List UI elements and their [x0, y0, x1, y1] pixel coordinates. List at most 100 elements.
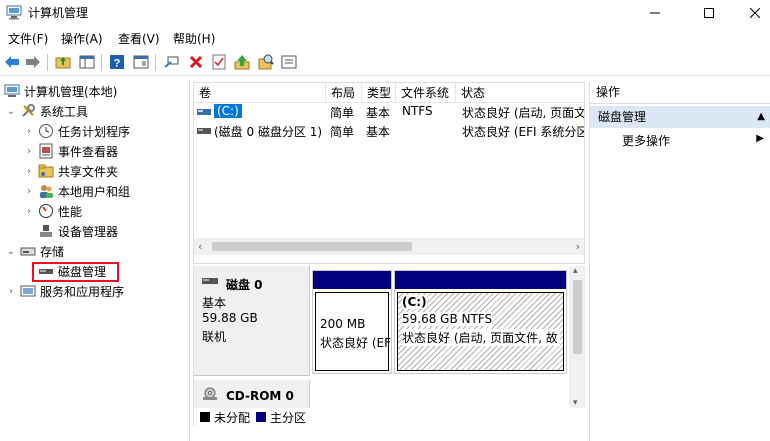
chevron-right-icon[interactable]: › — [24, 206, 34, 217]
computer-management-icon — [4, 83, 20, 99]
partition-c[interactable]: (C:) 59.68 GB NTFS 状态良好 (启动, 页面文件, 故 — [394, 270, 567, 374]
tree-item-label: 计算机管理(本地) — [24, 84, 118, 99]
chevron-right-icon[interactable]: › — [24, 186, 34, 197]
volume-type: 基本 — [366, 125, 391, 139]
horizontal-scrollbar[interactable]: ‹ › — [194, 238, 584, 255]
column-header-type[interactable]: 类型 — [362, 83, 396, 103]
users-icon — [38, 183, 54, 199]
chevron-down-icon[interactable]: ⌄ — [6, 246, 16, 257]
tree-item-label: 存储 — [40, 244, 65, 259]
show-hide-tree-icon[interactable] — [78, 53, 96, 71]
volume-drive-icon — [197, 106, 211, 120]
tree-item-task-scheduler[interactable]: › 任务计划程序 — [24, 121, 130, 141]
services-icon — [20, 283, 36, 299]
column-header-filesystem[interactable]: 文件系统 — [396, 83, 456, 103]
scroll-down-icon[interactable]: ▾ — [573, 398, 578, 408]
console-icon[interactable] — [280, 53, 298, 71]
storage-icon — [20, 243, 36, 259]
forward-arrow-icon[interactable] — [24, 53, 42, 71]
chevron-right-icon[interactable]: › — [24, 126, 34, 137]
volume-name: (C:) — [214, 104, 242, 118]
minimize-button[interactable] — [632, 0, 678, 26]
tree-item-storage[interactable]: ⌄ 存储 — [6, 241, 64, 261]
table-row[interactable]: (C:) 简单 基本 NTFS 状态良好 (启动, 页面文 — [194, 103, 586, 121]
tree-item-shared-folders[interactable]: › 共享文件夹 — [24, 161, 118, 181]
more-actions-label: 更多操作 — [622, 134, 671, 148]
more-actions-item[interactable]: 更多操作 — [622, 132, 670, 149]
actions-pane: 操作 磁盘管理 ▲ 更多操作 ▶ — [589, 82, 770, 441]
back-arrow-icon[interactable] — [3, 53, 21, 71]
chevron-right-icon[interactable]: › — [6, 286, 16, 297]
toolbar: ? — [0, 50, 770, 76]
chevron-right-icon[interactable]: › — [24, 146, 34, 157]
submenu-arrow-icon[interactable]: ▶ — [756, 133, 764, 144]
menu-help[interactable]: 帮助(H) — [173, 30, 215, 47]
tree-item-event-viewer[interactable]: › 事件查看器 — [24, 141, 118, 161]
svg-text:?: ? — [114, 58, 121, 70]
tree-item-label: 设备管理器 — [58, 224, 119, 239]
toolbar-separator — [101, 54, 102, 71]
volume-type: 基本 — [366, 106, 391, 120]
tree-item-label: 任务计划程序 — [58, 124, 131, 139]
menu-file[interactable]: 文件(F) — [8, 30, 48, 47]
menu-view[interactable]: 查看(V) — [118, 30, 160, 47]
disk-0-info[interactable]: 磁盘 0 基本 59.88 GB 联机 — [194, 266, 310, 376]
properties-icon[interactable] — [132, 53, 150, 71]
scroll-right-icon[interactable]: › — [576, 240, 580, 253]
legend-swatch-unallocated — [200, 412, 210, 422]
partition-bar — [395, 271, 566, 289]
partition-efi[interactable]: 200 MB 状态良好 (EFI — [312, 270, 392, 374]
tree-item-services-applications[interactable]: › 服务和应用程序 — [6, 281, 124, 301]
cdrom-0-info[interactable]: CD-ROM 0 — [194, 380, 310, 408]
tree-item-local-users-groups[interactable]: › 本地用户和组 — [24, 181, 130, 201]
volume-status: 状态良好 (EFI 系统分区 — [462, 125, 584, 139]
volume-layout: 简单 — [330, 106, 355, 120]
disk-icon — [202, 275, 218, 289]
column-header-status[interactable]: 状态 — [456, 83, 586, 103]
help-icon[interactable]: ? — [108, 53, 126, 71]
disk-state: 联机 — [202, 330, 227, 344]
menu-action[interactable]: 操作(A) — [61, 30, 103, 47]
collapse-up-icon[interactable]: ▲ — [757, 106, 765, 128]
actions-section-disk-management[interactable]: 磁盘管理 ▲ — [590, 106, 770, 128]
upload-icon[interactable] — [233, 53, 251, 71]
maximize-button[interactable] — [686, 0, 732, 26]
disk-graphical-view: 磁盘 0 基本 59.88 GB 联机 200 MB 状态良好 (EFI (C:… — [193, 266, 586, 426]
actions-header: 操作 — [590, 82, 770, 104]
legend-label: 未分配 — [214, 410, 251, 425]
legend-label: 主分区 — [270, 410, 307, 425]
clock-icon — [38, 123, 54, 139]
tree-item-performance[interactable]: › 性能 — [24, 201, 82, 221]
check-icon[interactable] — [210, 53, 228, 71]
tree-item-device-manager[interactable]: 设备管理器 — [38, 221, 118, 241]
disk-name: 磁盘 0 — [226, 278, 263, 292]
toolbar-separator — [47, 54, 48, 71]
partition-legend: 未分配 主分区 — [194, 408, 586, 426]
chevron-right-icon[interactable]: › — [24, 166, 34, 177]
event-viewer-icon — [38, 143, 54, 159]
close-button[interactable] — [732, 0, 770, 26]
partition-status: 状态良好 (启动, 页面文件, 故 — [402, 329, 560, 346]
tree-item-system-tools[interactable]: ⌄ 系统工具 — [6, 101, 88, 121]
volume-name: (磁盘 0 磁盘分区 1) — [214, 125, 323, 139]
search-icon[interactable] — [257, 53, 275, 71]
device-manager-icon — [38, 223, 54, 239]
tree-item-root[interactable]: 计算机管理(本地) — [4, 81, 117, 101]
connect-icon[interactable] — [163, 53, 181, 71]
scroll-left-icon[interactable]: ‹ — [198, 240, 202, 253]
up-folder-icon[interactable] — [54, 53, 72, 71]
actions-section-label: 磁盘管理 — [598, 110, 647, 124]
scrollbar-thumb[interactable] — [212, 242, 412, 251]
delete-icon[interactable] — [187, 53, 205, 71]
disk-type: 基本 — [202, 296, 227, 310]
tree-item-label: 共享文件夹 — [58, 164, 119, 179]
computer-management-icon — [6, 5, 22, 20]
column-header-layout[interactable]: 布局 — [326, 83, 362, 103]
table-row[interactable]: (磁盘 0 磁盘分区 1) 简单 基本 状态良好 (EFI 系统分区 — [194, 122, 586, 140]
vertical-scrollbar[interactable]: ▴ ▾ — [569, 266, 586, 408]
scrollbar-thumb[interactable] — [573, 280, 582, 354]
column-header-volume[interactable]: 卷 — [194, 83, 326, 103]
scroll-up-icon[interactable]: ▴ — [573, 266, 578, 276]
partition-bar — [313, 271, 391, 289]
chevron-down-icon[interactable]: ⌄ — [6, 106, 16, 117]
